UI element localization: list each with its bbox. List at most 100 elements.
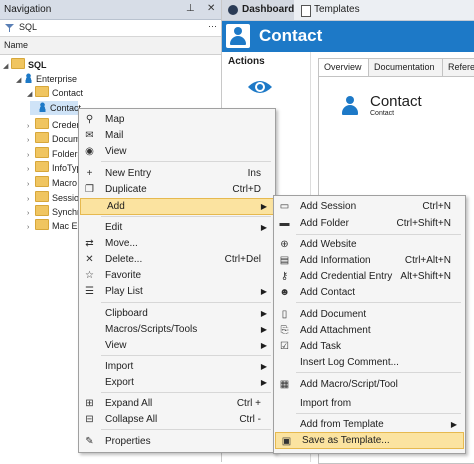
menu-separator <box>101 392 271 393</box>
context-menu-item-mail[interactable]: ✉ Mail <box>79 127 273 144</box>
tree-item[interactable]: ◢ Enterprise <box>16 72 77 86</box>
context-menu-item-delete[interactable]: ✕ Delete... Ctrl+Del <box>79 251 273 268</box>
tree-item-label: SQL <box>28 60 47 70</box>
context-menu-item-move[interactable]: ⇄ Move... <box>79 235 273 252</box>
menu-item-label: View <box>105 146 127 157</box>
search-input[interactable]: SQL <box>19 22 37 32</box>
tree-item[interactable]: › InfoTyp <box>27 161 82 175</box>
context-menu-item-duplicate[interactable]: ❐ Duplicate Ctrl+D <box>79 181 273 198</box>
navigation-title: Navigation <box>4 4 52 15</box>
folder-icon <box>35 176 49 187</box>
tree-item-label: Contact <box>52 88 84 98</box>
add-submenu-item-add-information[interactable]: ▤ Add Information Ctrl+Alt+N <box>274 252 463 269</box>
add-submenu-item-add-credential-entry[interactable]: ⚷ Add Credential Entry Alt+Shift+N <box>274 268 463 285</box>
entry-tabs: Overview Documentation Refere <box>311 58 474 77</box>
menu-item-label: Import from <box>300 398 352 409</box>
actions-title: Actions <box>228 56 265 67</box>
tree-item[interactable]: › Synchro <box>27 205 85 219</box>
add-submenu-item-insert-log-comment[interactable]: Insert Log Comment... <box>274 354 463 371</box>
context-menu-item-view[interactable]: ◉ View <box>79 143 273 160</box>
tree-item[interactable]: ◢ SQL <box>3 58 47 72</box>
context-menu-item-collapse-all[interactable]: ⊟ Collapse All Ctrl - <box>79 411 273 428</box>
tree-item[interactable]: ◢ Contact <box>27 86 83 100</box>
menu-item-label: Add Session <box>300 201 357 212</box>
chevron-right-icon: ▶ <box>260 202 267 211</box>
menu-item-label: Mail <box>105 130 124 141</box>
add-submenu-item-import-from[interactable]: Import from <box>274 395 463 412</box>
chevron-right-icon: ▶ <box>260 341 267 350</box>
tab-refere[interactable]: Refere <box>442 58 474 77</box>
add-submenu-item-add-attachment[interactable]: ⎘ Add Attachment <box>274 322 463 339</box>
tree-item-label: Enterprise <box>36 74 78 84</box>
add-submenu-item-save-as-template[interactable]: ▣ Save as Template... <box>275 432 464 449</box>
add-submenu-item-add-contact[interactable]: ☻ Add Contact <box>274 284 463 301</box>
tree-item-label: Macro <box>52 178 78 188</box>
menu-separator <box>101 161 271 162</box>
context-menu-item-add[interactable]: Add ▶ <box>80 198 274 215</box>
context-menu-item-macros-scripts-tools[interactable]: Macros/Scripts/Tools ▶ <box>79 321 273 338</box>
context-menu-item-new-entry[interactable]: + New Entry Ins <box>79 165 273 182</box>
close-icon[interactable]: ✕ <box>207 3 215 14</box>
map-pin-icon: ⚲ <box>85 114 94 125</box>
context-menu-item-view[interactable]: View ▶ <box>79 337 273 354</box>
context-menu-item-edit[interactable]: Edit ▶ <box>79 219 273 236</box>
tree-item[interactable]: › Mac Ent <box>27 219 85 233</box>
mail-icon: ✉ <box>85 130 94 141</box>
entry-subtitle: Contact <box>370 110 395 117</box>
playlist-icon: ☰ <box>85 286 94 297</box>
context-menu-item-import[interactable]: Import ▶ <box>79 358 273 375</box>
context-menu-item-favorite[interactable]: ☆ Favorite <box>79 267 273 284</box>
context-menu-item-clipboard[interactable]: Clipboard ▶ <box>79 305 273 322</box>
move-icon: ⇄ <box>85 238 94 249</box>
chevron-right-icon[interactable]: › <box>27 221 35 235</box>
menu-separator <box>296 302 461 303</box>
column-header[interactable]: Name <box>0 37 221 55</box>
folder-icon: ▬ <box>279 218 290 229</box>
tab-overview[interactable]: Overview <box>318 58 371 77</box>
column-header-name: Name <box>4 40 29 50</box>
macro-icon: ▦ <box>279 379 290 390</box>
chevron-down-icon[interactable]: ◢ <box>27 88 35 102</box>
folder-icon <box>35 118 49 129</box>
pin-icon[interactable]: ⊥ <box>186 3 195 14</box>
chevron-right-icon[interactable]: › <box>27 134 35 148</box>
context-menu-item-export[interactable]: Export ▶ <box>79 374 273 391</box>
tab-dashboard[interactable]: Dashboard <box>222 0 294 20</box>
context-menu-item-play-list[interactable]: ☰ Play List ▶ <box>79 283 273 300</box>
navigation-search[interactable]: SQL ··· <box>0 20 221 37</box>
templates-icon <box>301 5 311 17</box>
add-submenu-item-add-website[interactable]: ⊕ Add Website <box>274 236 463 253</box>
add-submenu-item-add-task[interactable]: ☑ Add Task <box>274 338 463 355</box>
tree-item[interactable]: › Credent <box>27 118 84 132</box>
folder-icon <box>35 191 49 202</box>
eye-icon[interactable] <box>247 78 273 96</box>
more-icon[interactable]: ··· <box>208 21 217 31</box>
properties-icon: ✎ <box>85 436 94 447</box>
menu-item-label: Add Document <box>300 309 367 320</box>
contact-title: Contact <box>259 26 323 45</box>
context-menu-item-map[interactable]: ⚲ Map <box>79 111 273 128</box>
chevron-right-icon: ▶ <box>260 287 267 296</box>
add-submenu-item-add-document[interactable]: ▯ Add Document <box>274 306 463 323</box>
menu-item-label: Clipboard <box>105 308 148 319</box>
tab-documentation[interactable]: Documentation <box>368 58 445 77</box>
add-submenu-item-add-macro-script-tool[interactable]: ▦ Add Macro/Script/Tool <box>274 376 463 393</box>
tree-item[interactable]: Contact <box>30 101 81 115</box>
context-menu-item-expand-all[interactable]: ⊞ Expand All Ctrl + <box>79 395 273 412</box>
menu-item-label: Favorite <box>105 270 142 281</box>
context-menu-item-properties[interactable]: ✎ Properties <box>79 433 273 450</box>
menu-item-label: Add Task <box>300 341 341 352</box>
chevron-right-icon[interactable]: › <box>27 163 35 177</box>
tree-item[interactable]: › Folders <box>27 147 82 161</box>
tab-templates[interactable]: Templates <box>296 0 366 20</box>
menu-separator <box>101 302 271 303</box>
add-submenu-item-add-from-template[interactable]: Add from Template ▶ <box>274 416 463 433</box>
add-submenu-item-add-folder[interactable]: ▬ Add Folder Ctrl+Shift+N <box>274 215 463 232</box>
add-submenu-item-add-session[interactable]: ▭ Add Session Ctrl+N <box>274 198 463 215</box>
chevron-down-icon[interactable]: ◢ <box>16 74 24 88</box>
menu-item-label: View <box>105 340 127 351</box>
tree-item[interactable]: › Macro <box>27 176 77 190</box>
tree-item[interactable]: › Docume <box>27 132 86 146</box>
chevron-right-icon[interactable]: › <box>27 178 35 192</box>
chevron-down-icon[interactable]: ◢ <box>3 60 11 74</box>
